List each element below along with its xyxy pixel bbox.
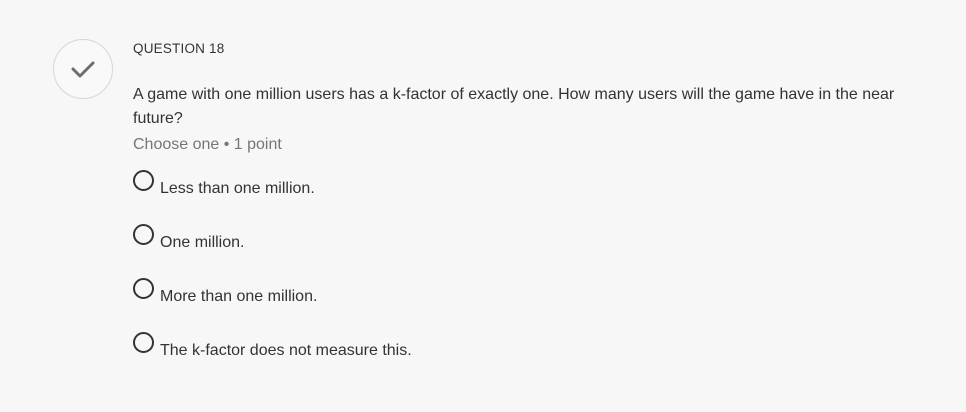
radio-button[interactable] — [133, 332, 154, 353]
radio-button[interactable] — [133, 278, 154, 299]
question-text: A game with one million users has a k-fa… — [133, 86, 895, 127]
question-instructions: Choose one • 1 point — [133, 136, 282, 153]
answer-option-label[interactable]: More than one million. — [160, 286, 317, 308]
answer-option[interactable]: More than one million. — [133, 278, 923, 332]
answer-option[interactable]: The k-factor does not measure this. — [133, 332, 923, 386]
answer-options: Less than one million. One million. More… — [133, 170, 923, 386]
answer-option-label[interactable]: The k-factor does not measure this. — [160, 340, 412, 362]
radio-button[interactable] — [133, 224, 154, 245]
answer-option[interactable]: One million. — [133, 224, 923, 278]
answer-option[interactable]: Less than one million. — [133, 170, 923, 224]
question-status-indicator — [53, 39, 113, 99]
radio-button[interactable] — [133, 170, 154, 191]
answer-option-label[interactable]: One million. — [160, 232, 244, 254]
question-number: QUESTION 18 — [133, 41, 225, 56]
question-block: QUESTION 18 A game with one million user… — [133, 40, 923, 157]
checkmark-icon — [71, 61, 95, 78]
answer-option-label[interactable]: Less than one million. — [160, 178, 315, 200]
